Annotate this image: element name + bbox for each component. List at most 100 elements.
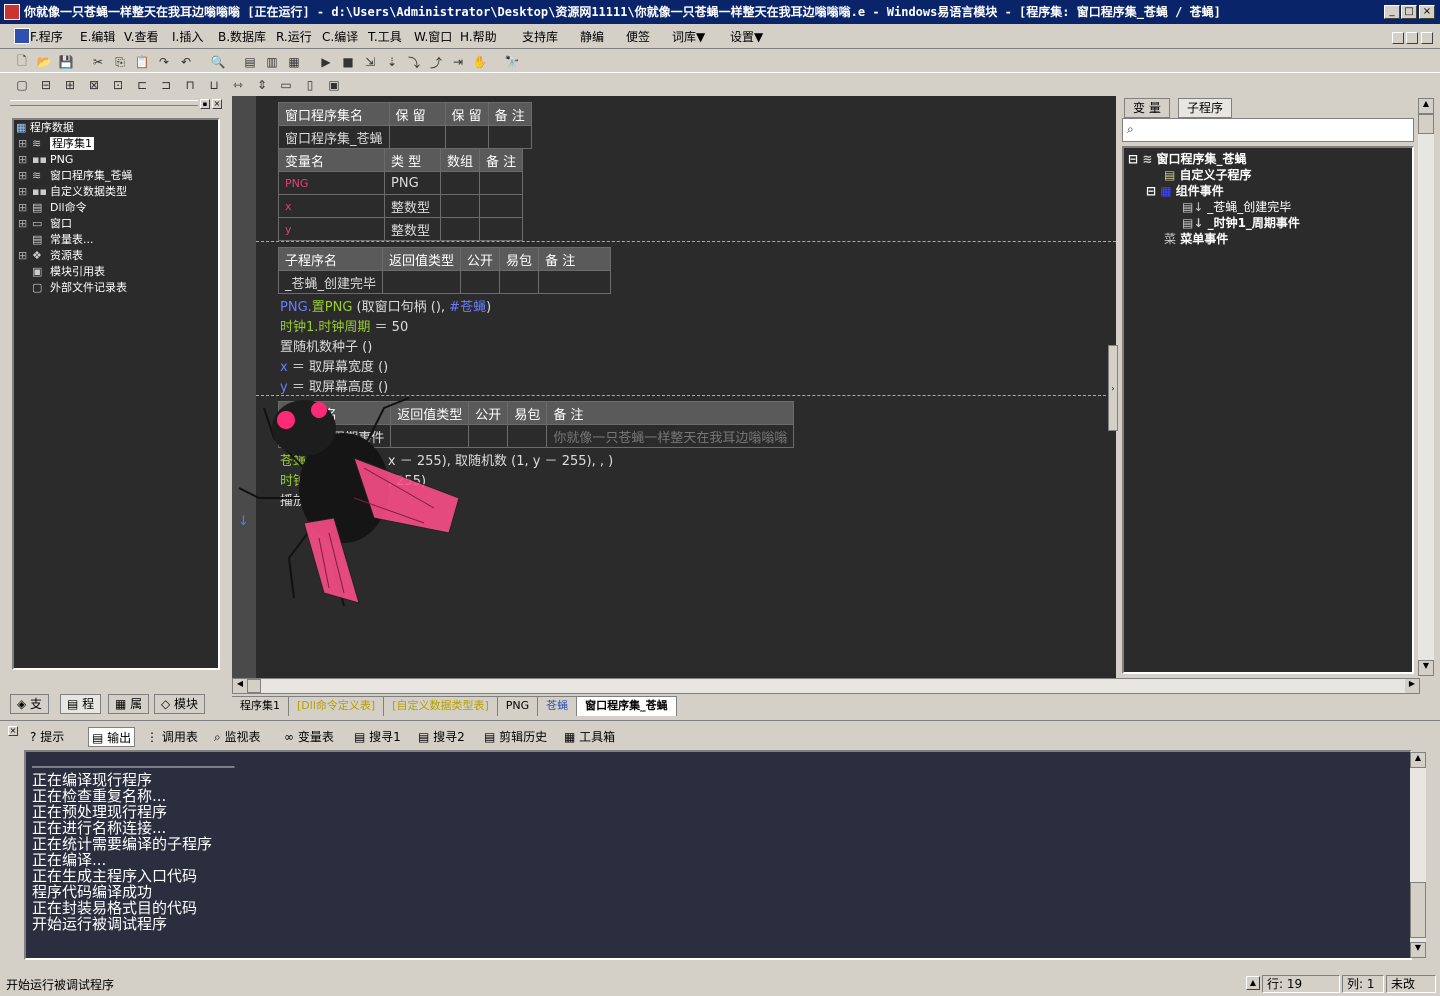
right-panel-tab[interactable]: 子程序 — [1178, 98, 1233, 118]
table-cell[interactable] — [439, 194, 481, 218]
bottom-tab[interactable]: ▤ 搜寻2 — [418, 727, 465, 747]
open-file-icon[interactable]: 📂 — [34, 52, 54, 72]
space-v-icon[interactable]: ⇕ — [252, 75, 272, 95]
same-width-icon[interactable]: ⊓ — [180, 75, 200, 95]
document-tab[interactable]: 窗口程序集_苍蝇 — [577, 696, 677, 716]
custom-subroutine-node[interactable]: ▤ 自定义子程序 — [1164, 166, 1252, 183]
save-icon[interactable]: 💾 — [56, 52, 76, 72]
align-icon[interactable]: ▢ — [12, 75, 32, 95]
table-cell[interactable] — [479, 217, 524, 241]
expand-icon[interactable]: ⊞ — [18, 216, 32, 232]
minimize-button[interactable]: _ — [1384, 5, 1400, 19]
table-cell[interactable]: x — [278, 194, 385, 218]
copy-icon[interactable]: ⎘ — [110, 52, 130, 72]
bottom-tab[interactable]: ▦ 工具箱 — [564, 727, 615, 747]
code-line[interactable]: 置随机数种子 () — [280, 336, 372, 355]
hand-icon[interactable]: ✋ — [470, 52, 490, 72]
bottom-panel-close-button[interactable]: × — [8, 726, 18, 736]
menu-item[interactable]: E.编辑 — [80, 28, 115, 46]
close-button[interactable]: × — [1419, 5, 1435, 19]
code-line[interactable]: 时钟1.时钟周期 ＝ 50 — [280, 316, 408, 335]
table-cell[interactable] — [499, 270, 540, 294]
menu-item[interactable]: V.查看 — [124, 28, 158, 46]
align-right-icon[interactable]: ⊞ — [60, 75, 80, 95]
table-cell[interactable]: 窗口程序集_苍蝇 — [278, 125, 390, 149]
document-tab[interactable]: [Dll命令定义表] — [289, 696, 385, 716]
menu-item[interactable]: T.工具 — [368, 28, 402, 46]
cut-icon[interactable]: ✂ — [88, 52, 108, 72]
scroll-right-icon[interactable]: ▶ — [1405, 679, 1419, 693]
table-cell[interactable] — [460, 270, 501, 294]
document-tab[interactable]: 苍蝇 — [538, 696, 578, 716]
table-cell[interactable] — [538, 270, 612, 294]
collapse-right-panel-button[interactable]: › — [1108, 345, 1118, 431]
run-icon[interactable]: ▶ — [316, 52, 336, 72]
step-into-icon[interactable]: ⇣ — [382, 52, 402, 72]
code-editor[interactable]: ↓ 窗口程序集名保 留保 留备 注 窗口程序集_苍蝇 变量名类 型数组备 注 P… — [232, 96, 1116, 678]
left-panel-close-button[interactable]: × — [212, 99, 222, 109]
table-cell[interactable] — [388, 125, 446, 149]
tree-item[interactable]: ▣ 模块引用表 — [14, 264, 218, 280]
table-cell[interactable] — [507, 424, 548, 448]
scroll-down-icon[interactable]: ▼ — [1410, 942, 1426, 958]
tree-item[interactable]: ⊞ ▤ Dll命令 — [14, 200, 218, 216]
event-item[interactable]: ▤↓ _时钟1_周期事件 — [1182, 214, 1300, 231]
menu-item[interactable]: R.运行 — [276, 28, 312, 46]
menu-item[interactable]: 词库▼ — [672, 28, 705, 46]
center-v-icon[interactable]: ⊐ — [156, 75, 176, 95]
mdi-restore-button[interactable] — [1406, 32, 1418, 44]
size-icon[interactable]: ▭ — [276, 75, 296, 95]
scroll-left-icon[interactable]: ◀ — [233, 679, 247, 693]
layout-3-icon[interactable]: ▦ — [284, 52, 304, 72]
scroll-up-icon[interactable]: ▲ — [1410, 752, 1426, 768]
align-left-icon[interactable]: ⊟ — [36, 75, 56, 95]
right-scrollbar[interactable]: ▲ ▼ — [1418, 98, 1434, 676]
expand-icon[interactable]: ⊞ — [18, 136, 32, 152]
table-cell[interactable]: _苍蝇_创建完毕 — [277, 270, 384, 294]
left-panel-grip[interactable] — [10, 100, 198, 106]
table-cell[interactable] — [479, 194, 524, 218]
stop-icon[interactable]: ■ — [338, 52, 358, 72]
undo-icon[interactable]: ↶ — [176, 52, 196, 72]
align-bottom-icon[interactable]: ⊡ — [108, 75, 128, 95]
document-tab[interactable]: 程序集1 — [232, 696, 289, 716]
table-cell[interactable] — [382, 270, 462, 294]
new-file-icon[interactable]: 🗋 — [12, 52, 32, 72]
bottom-tab[interactable]: ⌕ 监视表 — [214, 727, 261, 747]
expand-icon[interactable]: ⊞ — [18, 168, 32, 184]
redo-icon[interactable]: ↷ — [154, 52, 174, 72]
space-h-icon[interactable]: ⇿ — [228, 75, 248, 95]
same-height-icon[interactable]: ⊔ — [204, 75, 224, 95]
find-icon[interactable]: 🔍 — [208, 52, 228, 72]
center-h-icon[interactable]: ⊏ — [132, 75, 152, 95]
table-cell[interactable]: 整数型 — [384, 217, 441, 241]
table-cell[interactable] — [468, 424, 509, 448]
expand-icon[interactable]: ⊞ — [18, 248, 32, 264]
left-panel-tab[interactable]: ▤ 程 — [60, 694, 102, 714]
bottom-tab[interactable]: ▤ 输出 — [88, 727, 136, 747]
expand-icon[interactable]: ⊞ — [18, 152, 32, 168]
tree-item[interactable]: ⊞ ▪▪ 自定义数据类型 — [14, 184, 218, 200]
binoculars-icon[interactable]: 🔭 — [502, 52, 522, 72]
scroll-up-icon[interactable]: ▲ — [1418, 98, 1434, 114]
menu-item[interactable]: 支持库 — [522, 28, 558, 46]
menu-item[interactable]: I.插入 — [172, 28, 203, 46]
editor-hscrollbar[interactable]: ◀ ▶ — [232, 678, 1420, 694]
table-cell[interactable] — [479, 171, 524, 195]
step-icon[interactable]: ⇲ — [360, 52, 380, 72]
table-cell[interactable]: PNG — [278, 171, 385, 195]
right-tree-root[interactable]: ⊟ ≋ 窗口程序集_苍蝇 — [1128, 150, 1247, 167]
expand-icon[interactable]: ⊞ — [18, 184, 32, 200]
left-panel-tab[interactable]: ▦ 属 — [108, 694, 150, 714]
table-cell[interactable] — [439, 217, 481, 241]
status-up-icon[interactable]: ▲ — [1246, 976, 1260, 990]
tree-item[interactable]: ⊞ ▪▪ PNG — [14, 152, 218, 168]
scroll-thumb[interactable] — [1418, 114, 1434, 134]
menu-events-node[interactable]: 菜 菜单事件 — [1164, 230, 1228, 247]
document-tab[interactable]: [自定义数据类型表] — [384, 696, 498, 716]
right-panel-tab[interactable]: 变 量 — [1124, 98, 1170, 118]
mdi-close-button[interactable] — [1421, 32, 1433, 44]
menu-item[interactable]: H.帮助 — [460, 28, 497, 46]
menu-item[interactable]: 静编 — [580, 28, 604, 46]
bottom-tab[interactable]: ⋮ 调用表 — [146, 727, 198, 747]
